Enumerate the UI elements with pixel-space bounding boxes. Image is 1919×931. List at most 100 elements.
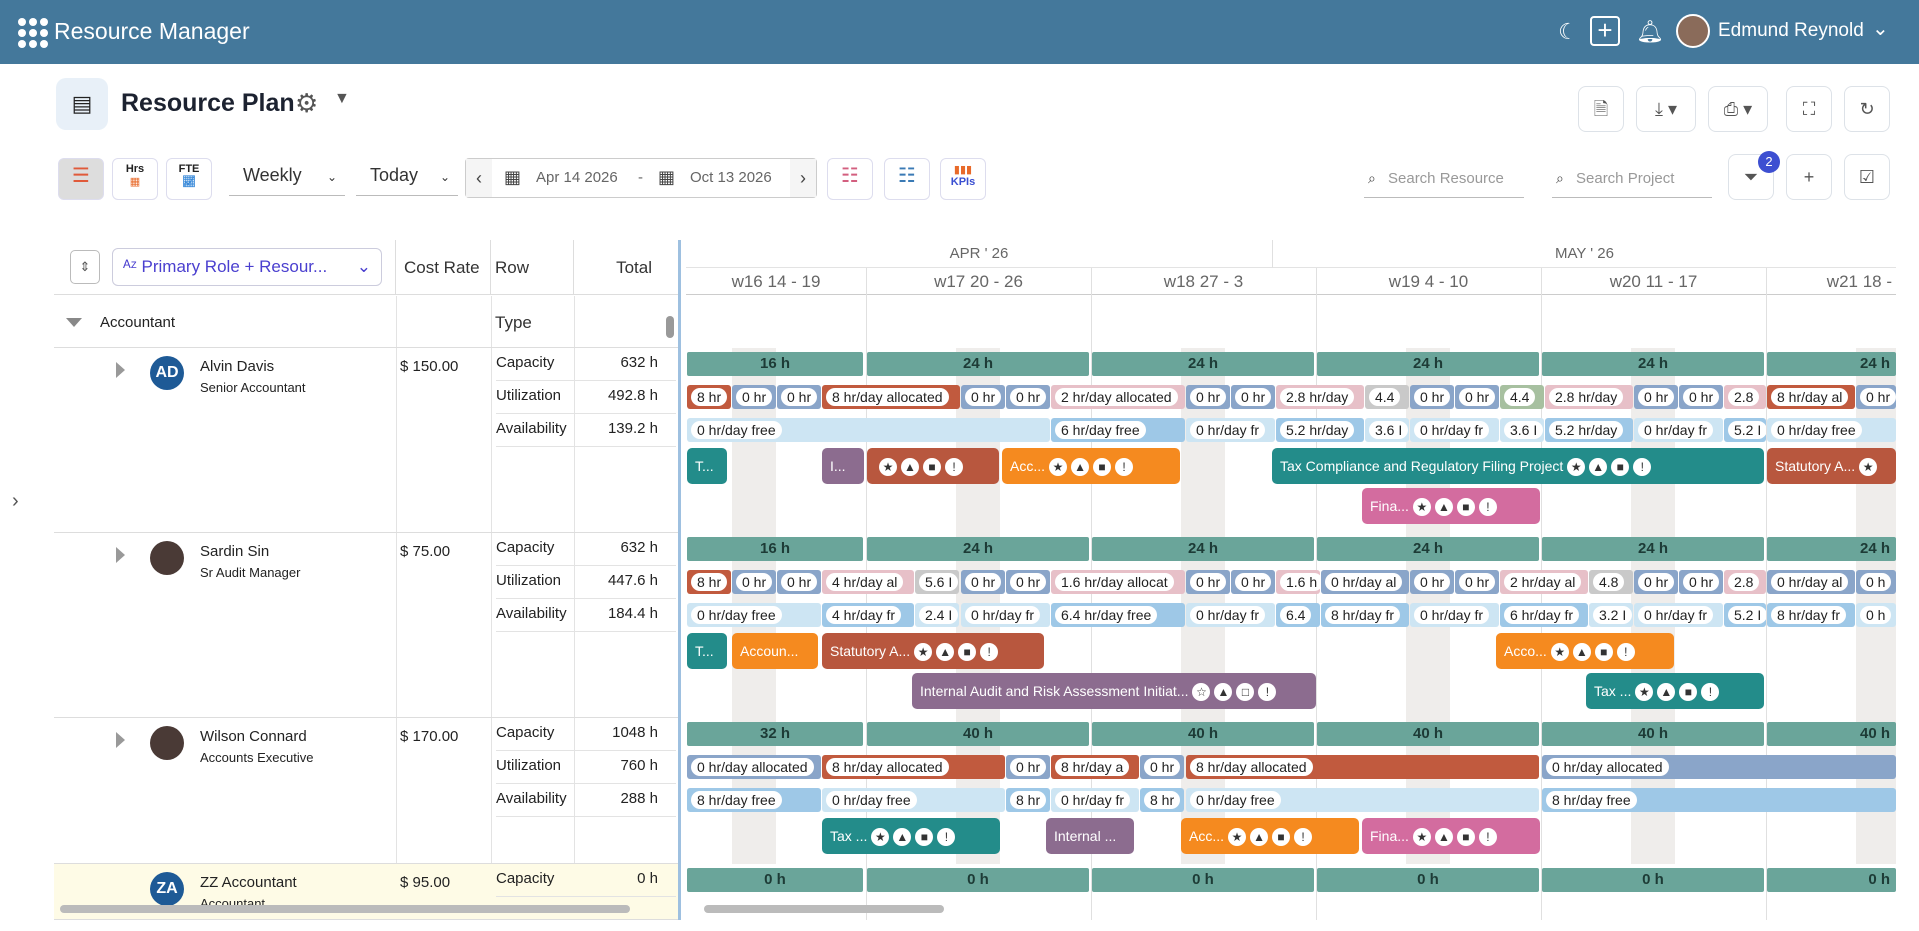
chevron-down-icon: ⌄ [326, 170, 337, 184]
chevron-down-icon[interactable]: ⌄ [1872, 16, 1889, 41]
sort-toggle-icon[interactable]: ⇕ [70, 250, 100, 284]
project-bar[interactable]: Fina... ★ ▲ ■! [1362, 818, 1540, 854]
utilization-cell: 2.8 hr/day [1276, 385, 1364, 409]
horizontal-scrollbar-left[interactable] [60, 905, 630, 913]
expand-triangle-icon[interactable] [116, 547, 125, 563]
row-settings-button[interactable]: ☷ [827, 158, 873, 200]
group-by-select[interactable]: ᴬᶻ Primary Role + Resour... ⌄ [112, 248, 382, 286]
search-project-input[interactable]: ⌕ Search Project [1552, 164, 1712, 198]
project-name: Internal Audit and Risk Assessment Initi… [920, 683, 1189, 699]
checklist-icon[interactable]: ☑ [1844, 154, 1890, 200]
week-header: w16 14 - 19 [686, 268, 866, 295]
project-bar[interactable]: T... [687, 448, 727, 484]
cost-rate-header[interactable]: Cost Rate [396, 240, 491, 295]
start-date[interactable]: Apr 14 2026 [536, 169, 618, 186]
warning-icon: ▲ [1657, 683, 1676, 702]
group-by-value: Primary Role + Resour... [141, 257, 328, 276]
resource-name[interactable]: ZZ Accountant [200, 874, 297, 891]
utilization-value: 0 hr [1190, 573, 1227, 591]
cost-rate: $ 170.00 [400, 728, 459, 745]
utilization-cell: 0 hr [961, 385, 1005, 409]
project-bar[interactable]: Acco... ★ ▲ ■! [1496, 633, 1674, 669]
utilization-cell: 0 hr [1140, 755, 1184, 779]
project-bar[interactable]: Accoun... [732, 633, 818, 669]
user-name[interactable]: Edmund Reynold [1718, 20, 1864, 42]
add-icon[interactable]: + [1590, 16, 1620, 46]
bell-icon[interactable]: 🔔︎ [1636, 18, 1664, 46]
project-bar[interactable]: Acc... ★ ▲ ■! [1181, 818, 1359, 854]
capacity-cell: 24 h [1092, 537, 1314, 561]
avatar [150, 726, 184, 760]
project-bar[interactable]: Fina... ★ ▲ ■! [1362, 488, 1540, 524]
utilization-cell: 4.4 [1500, 385, 1544, 409]
resource-name[interactable]: Wilson Connard [200, 728, 307, 745]
project-bar[interactable]: Statutory A... ★ [1767, 448, 1896, 484]
row-type-capacity: Capacity 0 h [496, 864, 676, 897]
row-total: 288 h [620, 790, 658, 807]
bar-settings-button[interactable]: ☷ [884, 158, 930, 200]
row-total: 760 h [620, 757, 658, 774]
availability-cell: 6.4 [1276, 603, 1320, 627]
project-bar[interactable]: I... [822, 448, 864, 484]
row-type-header[interactable]: Row Type [491, 240, 574, 332]
next-period-button[interactable]: › [790, 159, 816, 197]
utilization-value: 5.6 I [919, 573, 959, 591]
row-type-label: Capacity [496, 539, 555, 556]
resource-name[interactable]: Sardin Sin [200, 543, 269, 560]
utilization-value: 0 hr [1414, 388, 1451, 406]
add-row-icon[interactable]: + [1786, 154, 1832, 200]
project-bar[interactable]: ★ ▲ ■! [867, 448, 999, 484]
collapse-triangle-icon[interactable] [66, 318, 82, 327]
refresh-icon[interactable]: ↻ [1844, 86, 1890, 132]
horizontal-scrollbar-right[interactable] [704, 905, 944, 913]
vertical-scrollbar[interactable] [666, 316, 674, 338]
row-type-availability: Availability 139.2 h [496, 414, 676, 447]
expand-triangle-icon[interactable] [116, 362, 125, 378]
export-icon[interactable]: ⤓ ▾ [1636, 86, 1696, 132]
hours-view-button[interactable]: Hrs ▦ [112, 158, 158, 200]
period-select[interactable]: Weekly ⌄ [229, 160, 345, 196]
app-launcher-icon[interactable] [18, 18, 48, 48]
row-type-label: Capacity [496, 724, 555, 741]
group-row-accountant[interactable]: Accountant [54, 296, 678, 348]
total-header[interactable]: Total [574, 240, 678, 295]
print-icon[interactable]: ⎙ ▾ [1708, 86, 1768, 132]
sidebar-expand-icon[interactable]: › [12, 490, 19, 513]
project-bar[interactable]: Internal ... [1046, 818, 1134, 854]
end-date[interactable]: Oct 13 2026 [690, 169, 772, 186]
expand-triangle-icon[interactable] [116, 732, 125, 748]
availability-cell: 0 hr/day fr [1186, 603, 1275, 627]
utilization-cell: 4.4 [1365, 385, 1409, 409]
availability-cell: 8 hr/day free [1542, 788, 1896, 812]
project-bar[interactable]: Tax ... ★ ▲ ■! [822, 818, 1000, 854]
project-bar[interactable]: Tax ... ★ ▲ ■! [1586, 673, 1764, 709]
fte-view-button[interactable]: FTE 📈︎ [166, 158, 212, 200]
calendar-icon[interactable]: ▦ [504, 167, 521, 188]
availability-value: 0 hr/day fr [1414, 421, 1490, 439]
resource-name[interactable]: Alvin Davis [200, 358, 274, 375]
user-avatar[interactable] [1676, 14, 1710, 48]
project-bar[interactable]: Internal Audit and Risk Assessment Initi… [912, 673, 1316, 709]
jump-select[interactable]: Today ⌄ [356, 160, 458, 196]
project-bar[interactable]: Statutory A... ★ ▲ ■! [822, 633, 1044, 669]
caret-down-icon[interactable]: ▼ [334, 90, 350, 108]
prev-period-button[interactable]: ‹ [466, 159, 492, 197]
search-project-placeholder: Search Project [1576, 170, 1675, 187]
avatar: ZA [150, 872, 184, 906]
fullscreen-icon[interactable]: ⛶ [1786, 86, 1832, 132]
project-bar[interactable]: T... [687, 633, 727, 669]
moon-icon[interactable]: ☾ [1554, 18, 1582, 46]
top-bar: Resource Manager ☾ + 🔔︎ Edmund Reynold ⌄ [0, 0, 1919, 64]
project-bar[interactable]: Tax Compliance and Regulatory Filing Pro… [1272, 448, 1764, 484]
availability-value: 5.2 hr/day [1280, 421, 1355, 439]
kpis-button[interactable]: ▮▮▮ KPIs [940, 158, 986, 200]
settings-gear-icon[interactable]: ⚙ [295, 88, 318, 119]
calendar-icon[interactable]: ▦ [658, 167, 675, 188]
panel-splitter[interactable] [678, 240, 681, 920]
search-resource-input[interactable]: ⌕ Search Resource [1364, 164, 1524, 198]
capacity-cell: 24 h [1317, 537, 1539, 561]
utilization-cell: 2 hr/day al [1500, 570, 1588, 594]
document-icon[interactable]: 🗎 [1578, 86, 1624, 132]
gantt-view-button[interactable]: ☰ [58, 158, 104, 200]
project-bar[interactable]: Acc... ★ ▲ ■! [1002, 448, 1180, 484]
